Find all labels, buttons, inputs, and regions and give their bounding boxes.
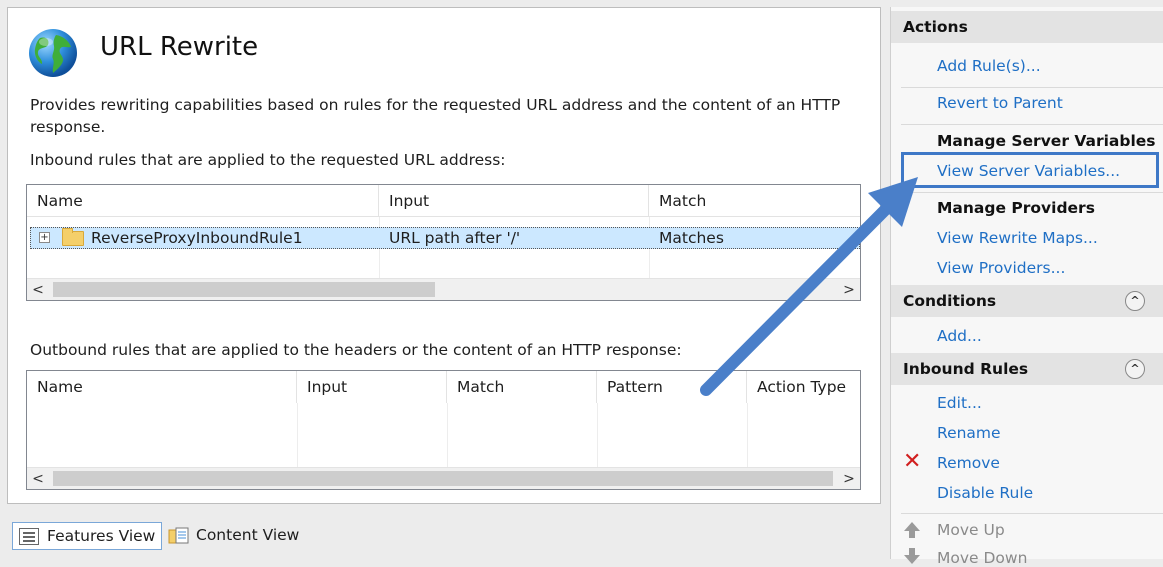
actions-header: Actions: [891, 11, 1163, 43]
tab-content-view[interactable]: Content View: [162, 522, 305, 550]
main-panel: URL Rewrite Provides rewriting capabilit…: [7, 7, 881, 504]
scroll-right-icon[interactable]: >: [838, 279, 860, 300]
inbound-rules-grid[interactable]: Name Input Match + ReverseProxyInboundRu…: [26, 184, 861, 301]
outbound-rules-label: Outbound rules that are applied to the h…: [30, 341, 682, 359]
scroll-left-icon[interactable]: <: [27, 468, 49, 489]
manage-server-variables-heading: Manage Server Variables: [937, 132, 1156, 150]
annotation-highlight-box: [901, 152, 1159, 188]
revert-to-parent-link[interactable]: Revert to Parent: [937, 94, 1063, 112]
rule-input-cell: URL path after '/': [389, 229, 521, 247]
red-x-icon: ✕: [903, 449, 922, 474]
remove-rule-link[interactable]: Remove: [937, 454, 1000, 472]
move-down-link[interactable]: Move Down: [937, 549, 1027, 567]
rule-match-cell: Matches: [659, 229, 724, 247]
move-up-link[interactable]: Move Up: [937, 521, 1005, 539]
plus-box-icon[interactable]: +: [39, 232, 50, 243]
scroll-left-icon[interactable]: <: [27, 279, 49, 300]
inbound-col-input[interactable]: Input: [379, 185, 649, 217]
outbound-col-match[interactable]: Match: [447, 371, 597, 403]
table-row[interactable]: + ReverseProxyInboundRule1 URL path afte…: [30, 227, 860, 249]
outbound-rules-grid[interactable]: Name Input Match Pattern Action Type < >: [26, 370, 861, 490]
features-view-icon: [19, 528, 39, 545]
conditions-add-link[interactable]: Add...: [937, 327, 982, 345]
outbound-horizontal-scrollbar[interactable]: < >: [27, 467, 860, 489]
outbound-col-pattern[interactable]: Pattern: [597, 371, 747, 403]
edit-rule-link[interactable]: Edit...: [937, 394, 982, 412]
conditions-header[interactable]: Conditions ^: [891, 285, 1163, 317]
inbound-col-match[interactable]: Match: [649, 185, 860, 217]
inbound-horizontal-scrollbar[interactable]: < >: [27, 278, 860, 300]
conditions-header-label: Conditions: [903, 292, 997, 310]
inbound-rules-header[interactable]: Inbound Rules ^: [891, 353, 1163, 385]
inbound-grid-header: Name Input Match: [27, 185, 860, 217]
outbound-col-input[interactable]: Input: [297, 371, 447, 403]
inbound-col-name[interactable]: Name: [27, 185, 379, 217]
add-rules-link[interactable]: Add Rule(s)...: [937, 57, 1041, 75]
rule-name-cell: ReverseProxyInboundRule1: [91, 229, 303, 247]
actions-pane: Actions Add Rule(s)... Revert to Parent …: [890, 7, 1163, 567]
outbound-col-name[interactable]: Name: [27, 371, 297, 403]
page-description: Provides rewriting capabilities based on…: [30, 96, 841, 136]
tab-features-label: Features View: [47, 527, 156, 545]
outbound-grid-header: Name Input Match Pattern Action Type: [27, 371, 860, 403]
globe-icon: [29, 29, 77, 77]
scroll-right-icon[interactable]: >: [838, 468, 860, 489]
tab-features-view[interactable]: Features View: [12, 522, 163, 550]
chevron-up-circle-icon[interactable]: ^: [1125, 359, 1145, 379]
inbound-rules-header-label: Inbound Rules: [903, 360, 1029, 378]
rename-rule-link[interactable]: Rename: [937, 424, 1001, 442]
inbound-rules-label: Inbound rules that are applied to the re…: [30, 151, 506, 169]
chevron-up-circle-icon[interactable]: ^: [1125, 291, 1145, 311]
arrow-up-icon: [904, 522, 920, 538]
content-view-icon: [168, 527, 189, 544]
view-tabs: Features View Content View: [7, 518, 507, 552]
view-rewrite-maps-link[interactable]: View Rewrite Maps...: [937, 229, 1098, 247]
arrow-down-icon: [904, 548, 920, 564]
folder-icon: [62, 228, 84, 246]
scrollbar-thumb[interactable]: [53, 282, 435, 297]
page-title: URL Rewrite: [100, 32, 259, 62]
view-providers-link[interactable]: View Providers...: [937, 259, 1065, 277]
manage-providers-heading: Manage Providers: [937, 199, 1095, 217]
outbound-col-action-type[interactable]: Action Type: [747, 371, 860, 403]
disable-rule-link[interactable]: Disable Rule: [937, 484, 1033, 502]
tab-content-label: Content View: [196, 526, 300, 544]
scrollbar-thumb[interactable]: [53, 471, 833, 486]
